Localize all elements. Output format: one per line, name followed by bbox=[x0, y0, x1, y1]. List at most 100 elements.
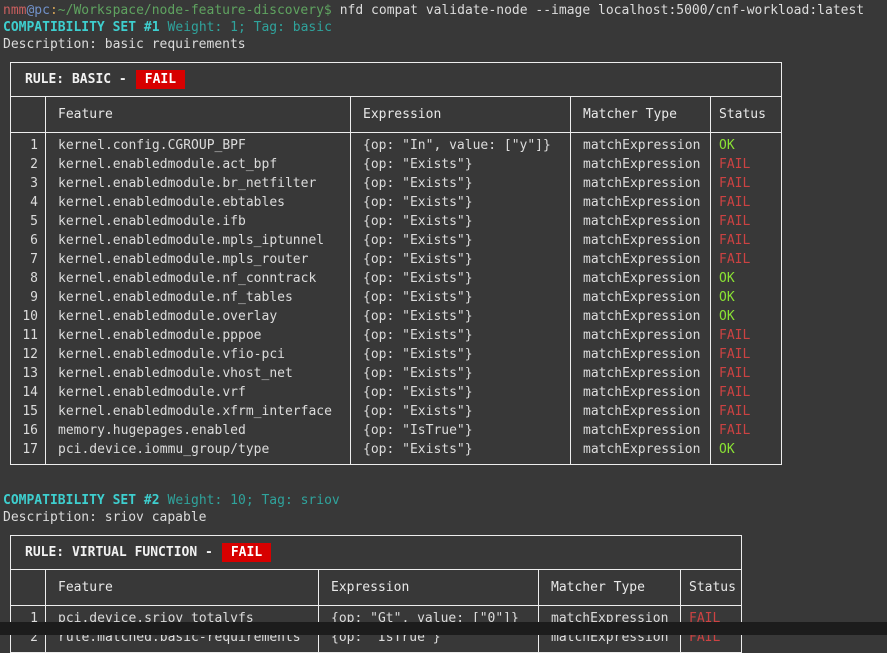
cell-matcher-type: matchExpression bbox=[571, 231, 711, 250]
cell-status: FAIL bbox=[711, 212, 782, 231]
terminal-output: nmm@pc:~/Workspace/node-feature-discover… bbox=[0, 0, 887, 653]
set2-description: Description: sriov capable bbox=[3, 509, 887, 526]
table-row: 5kernel.enabledmodule.ifb{op: "Exists"}m… bbox=[11, 212, 782, 231]
rule-title: RULE: BASIC - bbox=[25, 72, 127, 87]
row-number: 7 bbox=[11, 250, 46, 269]
cell-feature: kernel.enabledmodule.br_netfilter bbox=[46, 174, 351, 193]
cell-expression: {op: "Exists"} bbox=[351, 345, 571, 364]
cell-feature: kernel.enabledmodule.ifb bbox=[46, 212, 351, 231]
table-row: 14kernel.enabledmodule.vrf{op: "Exists"}… bbox=[11, 383, 782, 402]
prompt-line: nmm@pc:~/Workspace/node-feature-discover… bbox=[3, 2, 887, 19]
cell-feature: kernel.enabledmodule.nf_conntrack bbox=[46, 269, 351, 288]
cell-matcher-type: matchExpression bbox=[571, 307, 711, 326]
cell-matcher-type: matchExpression bbox=[571, 326, 711, 345]
column-header-feature: Feature bbox=[46, 570, 319, 606]
column-header-number bbox=[11, 570, 46, 606]
cell-expression: {op: "Exists"} bbox=[351, 307, 571, 326]
cell-matcher-type: matchExpression bbox=[571, 193, 711, 212]
cell-matcher-type: matchExpression bbox=[571, 383, 711, 402]
cell-feature: kernel.enabledmodule.mpls_router bbox=[46, 250, 351, 269]
prompt-symbol: $ bbox=[324, 3, 332, 18]
row-number: 3 bbox=[11, 174, 46, 193]
cell-status: FAIL bbox=[711, 174, 782, 193]
row-number: 2 bbox=[11, 155, 46, 174]
cell-feature: kernel.enabledmodule.ebtables bbox=[46, 193, 351, 212]
cell-expression: {op: "Exists"} bbox=[351, 269, 571, 288]
table-row: 11kernel.enabledmodule.pppoe{op: "Exists… bbox=[11, 326, 782, 345]
column-header-status: Status bbox=[681, 570, 742, 606]
cell-matcher-type: matchExpression bbox=[571, 174, 711, 193]
cell-status: OK bbox=[711, 307, 782, 326]
cell-expression: {op: "In", value: ["y"]} bbox=[351, 133, 571, 156]
cell-status: FAIL bbox=[711, 193, 782, 212]
table-row: 10kernel.enabledmodule.overlay{op: "Exis… bbox=[11, 307, 782, 326]
row-number: 11 bbox=[11, 326, 46, 345]
cell-expression: {op: "Exists"} bbox=[351, 364, 571, 383]
prompt-separator: : bbox=[50, 3, 58, 18]
set2-title: COMPATIBILITY SET #2 bbox=[3, 493, 160, 508]
window-bottom-edge bbox=[0, 622, 887, 635]
cell-expression: {op: "Exists"} bbox=[351, 383, 571, 402]
cell-expression: {op: "Exists"} bbox=[351, 193, 571, 212]
cell-matcher-type: matchExpression bbox=[571, 250, 711, 269]
terminal-window: { "colors": { "bg": "#383838", "footer-b… bbox=[0, 0, 887, 635]
row-number: 8 bbox=[11, 269, 46, 288]
table-row: 15kernel.enabledmodule.xfrm_interface{op… bbox=[11, 402, 782, 421]
rule-status-badge: FAIL bbox=[136, 70, 185, 89]
cell-status: OK bbox=[711, 440, 782, 465]
cell-matcher-type: matchExpression bbox=[571, 269, 711, 288]
table-row: 2kernel.enabledmodule.act_bpf{op: "Exist… bbox=[11, 155, 782, 174]
row-number: 12 bbox=[11, 345, 46, 364]
cell-matcher-type: matchExpression bbox=[571, 421, 711, 440]
set1-description: Description: basic requirements bbox=[3, 36, 887, 53]
cell-feature: kernel.enabledmodule.pppoe bbox=[46, 326, 351, 345]
table-row: 16memory.hugepages.enabled{op: "IsTrue"}… bbox=[11, 421, 782, 440]
row-number: 10 bbox=[11, 307, 46, 326]
cell-feature: kernel.enabledmodule.nf_tables bbox=[46, 288, 351, 307]
prompt-path: ~/Workspace/node-feature-discovery bbox=[58, 3, 324, 18]
cell-feature: kernel.enabledmodule.vfio-pci bbox=[46, 345, 351, 364]
cell-feature: kernel.enabledmodule.vhost_net bbox=[46, 364, 351, 383]
column-header-expression: Expression bbox=[351, 97, 571, 133]
cell-status: FAIL bbox=[711, 364, 782, 383]
row-number: 14 bbox=[11, 383, 46, 402]
table-row: 4kernel.enabledmodule.ebtables{op: "Exis… bbox=[11, 193, 782, 212]
cell-expression: {op: "Exists"} bbox=[351, 212, 571, 231]
table-row: 7kernel.enabledmodule.mpls_router{op: "E… bbox=[11, 250, 782, 269]
table-row: 17pci.device.iommu_group/type{op: "Exist… bbox=[11, 440, 782, 465]
cell-status: FAIL bbox=[711, 421, 782, 440]
cell-status: FAIL bbox=[711, 345, 782, 364]
rule-title: RULE: VIRTUAL FUNCTION - bbox=[25, 545, 213, 560]
cell-feature: kernel.enabledmodule.vrf bbox=[46, 383, 351, 402]
rule-table-virtual-function: RULE: VIRTUAL FUNCTION -FAIL Feature Exp… bbox=[10, 535, 742, 653]
cell-expression: {op: "Exists"} bbox=[351, 174, 571, 193]
cell-expression: {op: "Exists"} bbox=[351, 326, 571, 345]
set2-heading: COMPATIBILITY SET #2 Weight: 10; Tag: sri… bbox=[3, 492, 887, 509]
cell-status: FAIL bbox=[711, 250, 782, 269]
cell-matcher-type: matchExpression bbox=[571, 288, 711, 307]
column-header-row: Feature Expression Matcher Type Status bbox=[11, 97, 782, 133]
column-header-number bbox=[11, 97, 46, 133]
set1-heading: COMPATIBILITY SET #1Weight: 1; Tag: basi… bbox=[3, 19, 887, 36]
row-number: 1 bbox=[11, 133, 46, 156]
rule-table-basic: RULE: BASIC - FAIL Feature Expression Mat… bbox=[10, 62, 782, 465]
row-number: 4 bbox=[11, 193, 46, 212]
cell-expression: {op: "Exists"} bbox=[351, 250, 571, 269]
column-header-matcher-type: Matcher Type bbox=[539, 570, 681, 606]
set2-meta: Weight: 10; Tag: sriov bbox=[168, 493, 340, 508]
cell-expression: {op: "Exists"} bbox=[351, 288, 571, 307]
row-number: 16 bbox=[11, 421, 46, 440]
cell-matcher-type: matchExpression bbox=[571, 402, 711, 421]
row-number: 5 bbox=[11, 212, 46, 231]
row-number: 6 bbox=[11, 231, 46, 250]
column-header-matcher-type: Matcher Type bbox=[571, 97, 711, 133]
table-row: 9kernel.enabledmodule.nf_tables{op: "Exi… bbox=[11, 288, 782, 307]
cell-status: OK bbox=[711, 133, 782, 156]
cell-status: OK bbox=[711, 269, 782, 288]
cell-status: FAIL bbox=[711, 231, 782, 250]
rule-title-cell: RULE: BASIC - FAIL bbox=[11, 63, 782, 97]
table-row: 13kernel.enabledmodule.vhost_net{op: "Ex… bbox=[11, 364, 782, 383]
command-text: nfd compat validate-node --image localho… bbox=[340, 3, 864, 18]
rule-header-row: RULE: BASIC - FAIL bbox=[11, 63, 782, 97]
column-header-status: Status bbox=[711, 97, 782, 133]
